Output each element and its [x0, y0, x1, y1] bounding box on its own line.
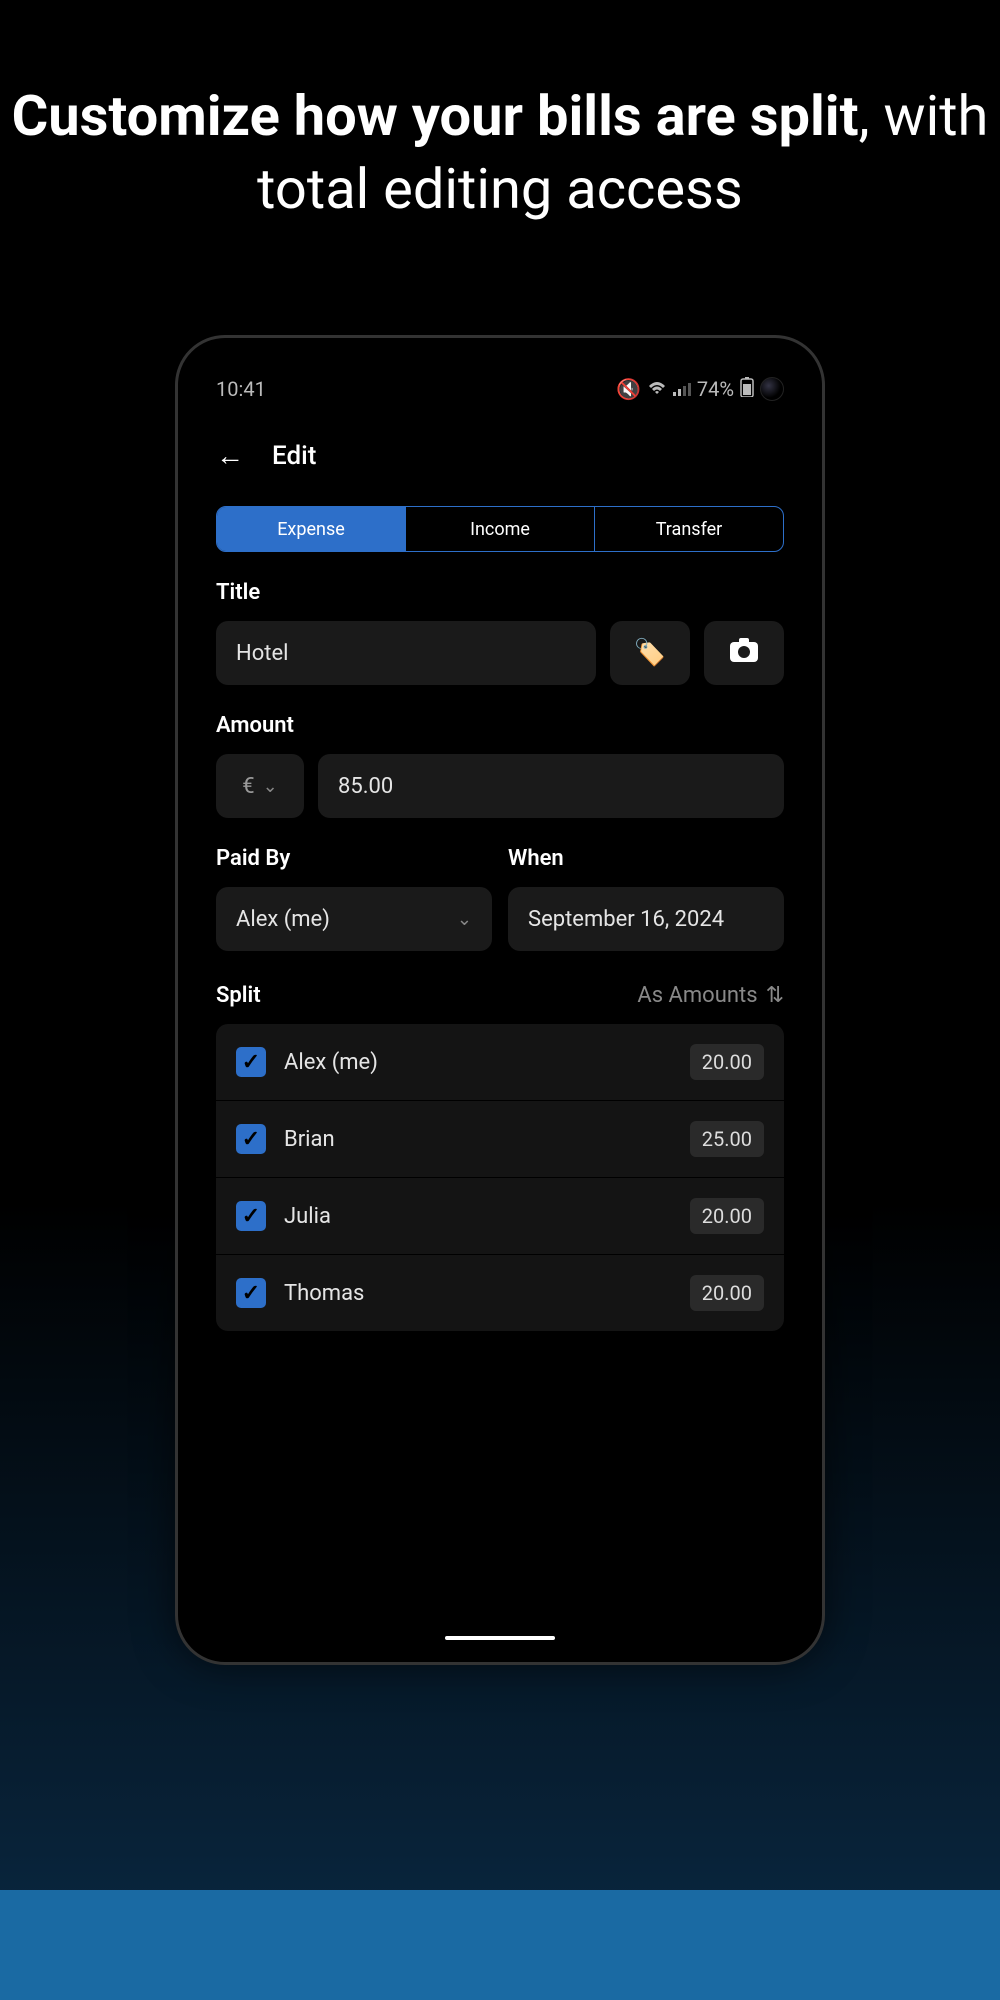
headline-bold: Customize how your bills are split [12, 83, 859, 149]
checkbox[interactable]: ✓ [236, 1278, 266, 1308]
battery-text: 74% [697, 377, 734, 401]
person-name: Brian [284, 1127, 672, 1152]
split-row: ✓ Thomas 20.00 [216, 1255, 784, 1331]
phone-frame: 10:41 🔇 74% ← Edit Expense [175, 335, 825, 1665]
date-select[interactable]: September 16, 2024 [508, 887, 784, 951]
back-arrow-icon[interactable]: ← [216, 439, 244, 472]
tag-button[interactable]: 🏷️ [610, 621, 690, 685]
checkbox[interactable]: ✓ [236, 1124, 266, 1154]
type-segmented-control: Expense Income Transfer [216, 506, 784, 552]
person-name: Alex (me) [284, 1050, 672, 1075]
battery-icon [740, 377, 754, 402]
status-bar: 10:41 🔇 74% [216, 371, 784, 407]
split-row: ✓ Alex (me) 20.00 [216, 1024, 784, 1101]
status-time: 10:41 [216, 377, 266, 401]
paidby-select[interactable]: Alex (me) ⌄ [216, 887, 492, 951]
split-amount-input[interactable]: 20.00 [690, 1275, 764, 1311]
person-name: Julia [284, 1204, 672, 1229]
phone-screen: 10:41 🔇 74% ← Edit Expense [186, 346, 814, 1654]
status-right: 🔇 74% [616, 377, 784, 402]
chevron-down-icon: ⌄ [263, 776, 278, 797]
person-name: Thomas [284, 1281, 672, 1306]
tab-transfer[interactable]: Transfer [595, 507, 783, 551]
paidby-label: Paid By [216, 846, 492, 871]
title-label: Title [216, 580, 784, 605]
when-value: September 16, 2024 [528, 907, 724, 932]
camera-hole [760, 377, 784, 401]
currency-select[interactable]: € ⌄ [216, 754, 304, 818]
split-mode-value: As Amounts [637, 983, 757, 1008]
split-row: ✓ Julia 20.00 [216, 1178, 784, 1255]
checkbox[interactable]: ✓ [236, 1047, 266, 1077]
tab-income[interactable]: Income [406, 507, 595, 551]
home-indicator[interactable] [445, 1636, 555, 1640]
wifi-icon [647, 377, 667, 401]
split-amount-input[interactable]: 20.00 [690, 1198, 764, 1234]
split-label: Split [216, 983, 261, 1008]
tab-expense[interactable]: Expense [217, 507, 406, 551]
chevron-down-icon: ⌄ [457, 909, 472, 930]
header: ← Edit [216, 439, 784, 472]
bottom-banner [0, 1890, 1000, 2000]
checkbox[interactable]: ✓ [236, 1201, 266, 1231]
marketing-headline: Customize how your bills are split, with… [0, 0, 1000, 226]
when-label: When [508, 846, 784, 871]
split-amount-input[interactable]: 25.00 [690, 1121, 764, 1157]
title-input[interactable]: Hotel [216, 621, 596, 685]
split-amount-input[interactable]: 20.00 [690, 1044, 764, 1080]
split-row: ✓ Brian 25.00 [216, 1101, 784, 1178]
mute-icon: 🔇 [616, 377, 641, 401]
signal-icon [673, 377, 691, 401]
sort-icon: ⇅ [766, 983, 784, 1008]
tag-icon: 🏷️ [634, 638, 666, 668]
amount-input[interactable]: 85.00 [318, 754, 784, 818]
camera-icon [729, 637, 759, 670]
currency-symbol: € [242, 774, 254, 799]
page-title: Edit [272, 441, 316, 471]
amount-label: Amount [216, 713, 784, 738]
split-list: ✓ Alex (me) 20.00 ✓ Brian 25.00 ✓ Julia … [216, 1024, 784, 1331]
paidby-value: Alex (me) [236, 907, 330, 932]
split-mode-select[interactable]: As Amounts ⇅ [637, 983, 784, 1008]
camera-button[interactable] [704, 621, 784, 685]
